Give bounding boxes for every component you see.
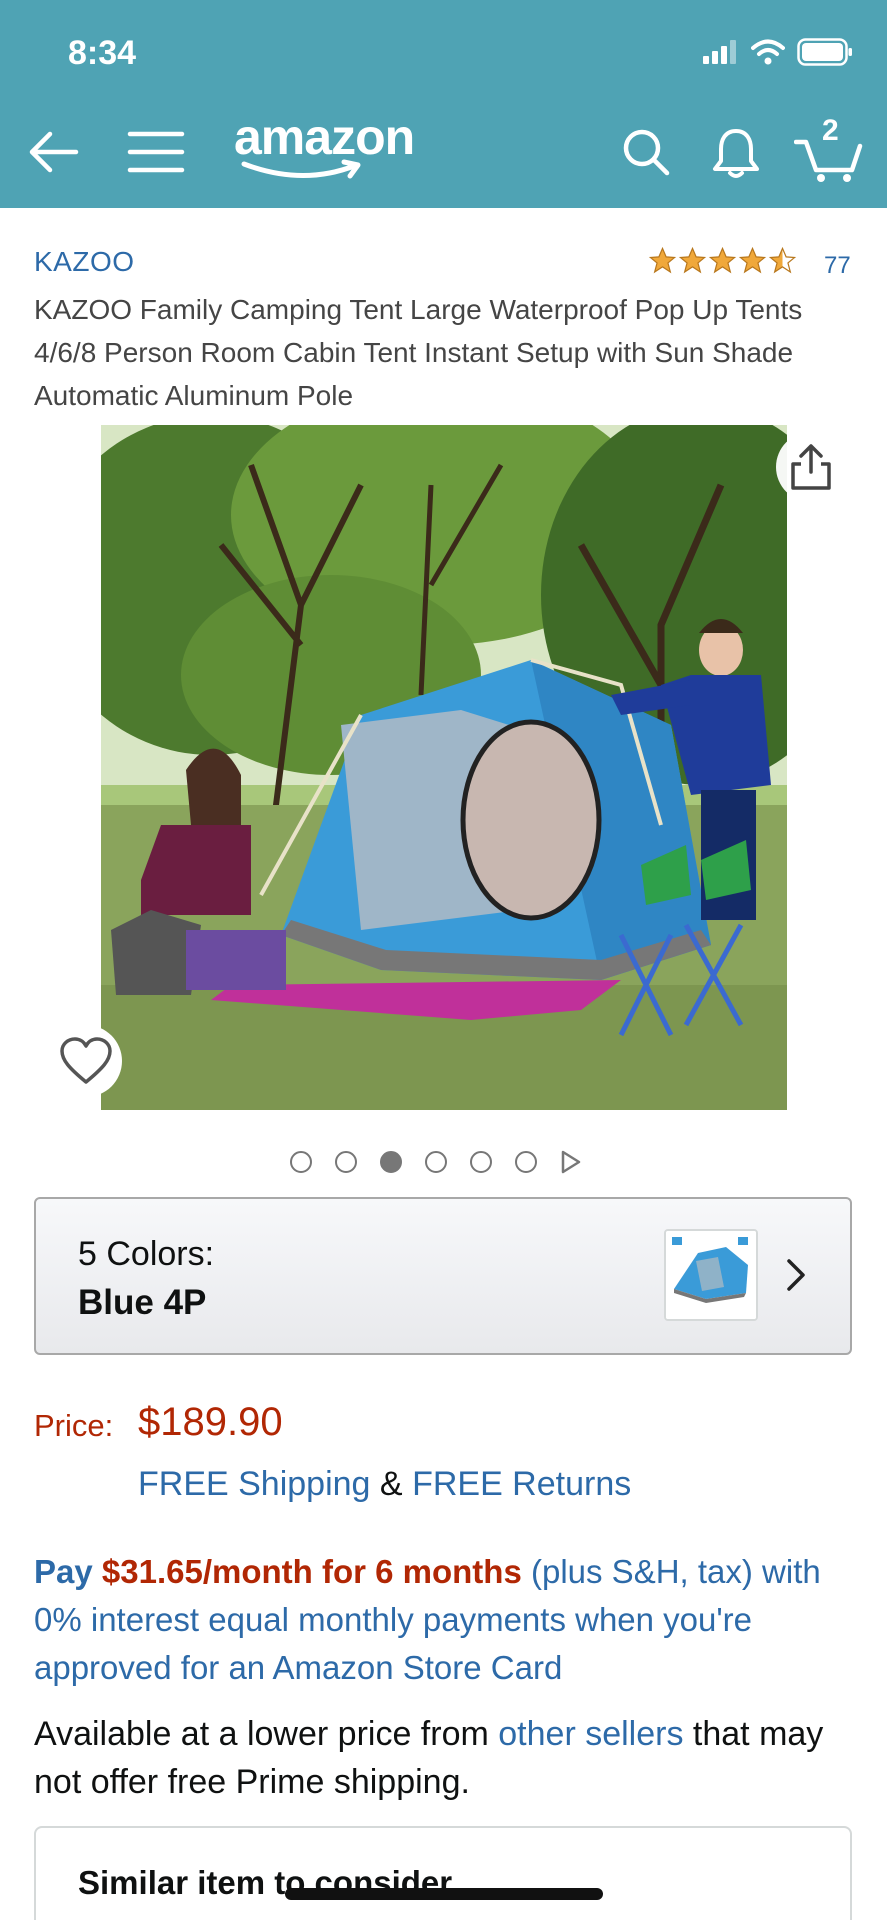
star-icon xyxy=(738,246,767,274)
amazon-smile-logo xyxy=(241,159,361,179)
price-value: $189.90 xyxy=(138,1400,283,1444)
star-rating[interactable] xyxy=(648,246,797,275)
availability-prefix: Available at a lower price from xyxy=(34,1715,489,1753)
star-icon xyxy=(708,246,737,274)
tent-photo xyxy=(101,425,787,1110)
home-indicator[interactable] xyxy=(285,1888,603,1900)
shipping-info: FREE Shipping & FREE Returns xyxy=(138,1465,631,1504)
product-title: KAZOO Family Camping Tent Large Waterpro… xyxy=(34,294,803,411)
top-bar: 8:34 2 amazon xyxy=(0,0,887,208)
variant-label: 5 Colors: xyxy=(78,1235,215,1273)
pay-label: Pay xyxy=(34,1553,93,1590)
share-icon xyxy=(791,444,831,490)
back-button[interactable] xyxy=(18,112,88,192)
hamburger-menu-icon xyxy=(127,131,185,173)
variant-value: Blue 4P xyxy=(78,1283,207,1322)
availability-note: Available at a lower price from other se… xyxy=(34,1710,864,1806)
color-variant-selector[interactable]: 5 Colors: Blue 4P xyxy=(34,1197,852,1355)
monthly-amount: $31.65/month for 6 months xyxy=(101,1553,522,1590)
back-arrow-icon xyxy=(29,131,79,173)
variant-thumbnail xyxy=(664,1229,758,1321)
pagination-dot-active[interactable] xyxy=(380,1151,402,1173)
product-image[interactable] xyxy=(101,425,787,1110)
wifi-icon xyxy=(751,39,785,65)
review-count-link[interactable]: 77 xyxy=(824,252,851,280)
star-icon xyxy=(678,246,707,274)
brand-link[interactable]: KAZOO xyxy=(34,246,135,278)
pagination-dot[interactable] xyxy=(290,1151,312,1173)
tent-thumbnail xyxy=(666,1231,756,1319)
heart-icon xyxy=(60,1037,112,1084)
star-icon xyxy=(648,246,677,274)
battery-icon xyxy=(797,38,852,66)
status-time: 8:34 xyxy=(68,34,137,72)
search-icon xyxy=(623,129,670,176)
free-shipping-link[interactable]: FREE Shipping xyxy=(138,1465,370,1503)
nav-bar: 2 xyxy=(0,112,887,192)
signal-icon xyxy=(703,40,736,64)
free-returns-link[interactable]: FREE Returns xyxy=(412,1465,631,1503)
share-button[interactable] xyxy=(776,432,846,502)
search-button[interactable] xyxy=(614,112,678,192)
ampersand: & xyxy=(379,1465,403,1503)
similar-item-card[interactable]: Similar item to consider xyxy=(34,1826,852,1920)
image-pagination[interactable] xyxy=(290,1150,582,1174)
menu-button[interactable] xyxy=(124,112,188,192)
video-play-icon[interactable] xyxy=(560,1150,582,1174)
notifications-button[interactable] xyxy=(704,112,768,192)
pagination-dot[interactable] xyxy=(335,1151,357,1173)
pagination-dot[interactable] xyxy=(425,1151,447,1173)
status-icons xyxy=(703,38,853,66)
price-label: Price: xyxy=(34,1408,114,1443)
cart-count-badge: 2 xyxy=(822,114,839,147)
pagination-dot[interactable] xyxy=(515,1151,537,1173)
wishlist-button[interactable] xyxy=(50,1025,122,1097)
store-card-financing-link[interactable]: Pay $31.65/month for 6 months (plus S&H,… xyxy=(34,1548,864,1692)
other-sellers-link[interactable]: other sellers xyxy=(498,1715,683,1753)
chevron-right-icon xyxy=(787,1259,805,1291)
pagination-dot[interactable] xyxy=(470,1151,492,1173)
cart-button[interactable]: 2 xyxy=(790,112,870,192)
half-star-icon xyxy=(768,246,797,274)
bell-icon xyxy=(713,129,759,178)
